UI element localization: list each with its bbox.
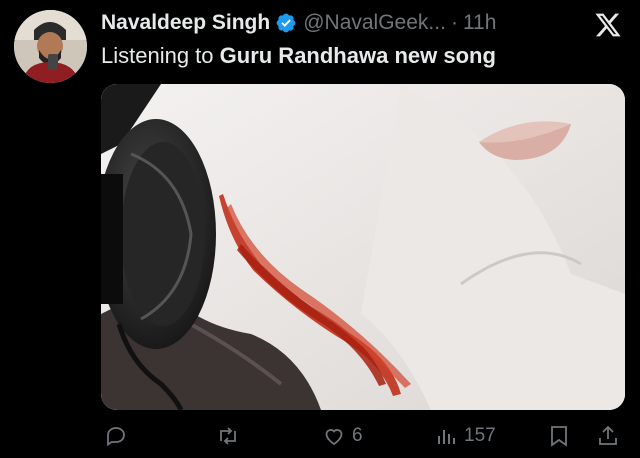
x-logo-icon[interactable]	[594, 11, 622, 39]
retweet-icon	[220, 427, 236, 445]
headphones-photo-icon	[101, 84, 625, 410]
share-icon	[599, 425, 617, 445]
verified-badge-icon	[275, 12, 297, 34]
separator: ·	[450, 11, 458, 34]
views-count: 157	[464, 425, 496, 446]
share-button[interactable]	[596, 414, 620, 458]
like-count: 6	[352, 425, 363, 446]
avatar-image	[14, 10, 87, 83]
author-handle[interactable]: @NavalGeek...	[303, 9, 446, 37]
bookmark-icon	[551, 426, 567, 447]
tweet-text-bold: Guru Randhawa new song	[219, 43, 496, 68]
like-button[interactable]: 6	[322, 414, 363, 458]
views-button[interactable]: 157	[434, 414, 496, 458]
author-name[interactable]: Navaldeep Singh	[101, 9, 270, 37]
reply-button[interactable]	[104, 414, 134, 458]
heart-icon	[325, 429, 343, 446]
reply-icon	[107, 427, 125, 447]
tweet-text-plain: Listening to	[101, 43, 220, 68]
author-avatar[interactable]	[14, 10, 87, 83]
timestamp[interactable]: 11h	[463, 9, 496, 37]
tweet-header: Navaldeep Singh @NavalGeek... · 11h	[101, 9, 580, 37]
tweet-media[interactable]	[101, 84, 625, 410]
views-icon	[438, 430, 455, 444]
bookmark-button[interactable]	[548, 414, 570, 458]
action-bar: 6 157	[0, 414, 640, 458]
tweet-text: Listening to Guru Randhawa new song	[101, 42, 496, 70]
retweet-button[interactable]	[216, 414, 246, 458]
